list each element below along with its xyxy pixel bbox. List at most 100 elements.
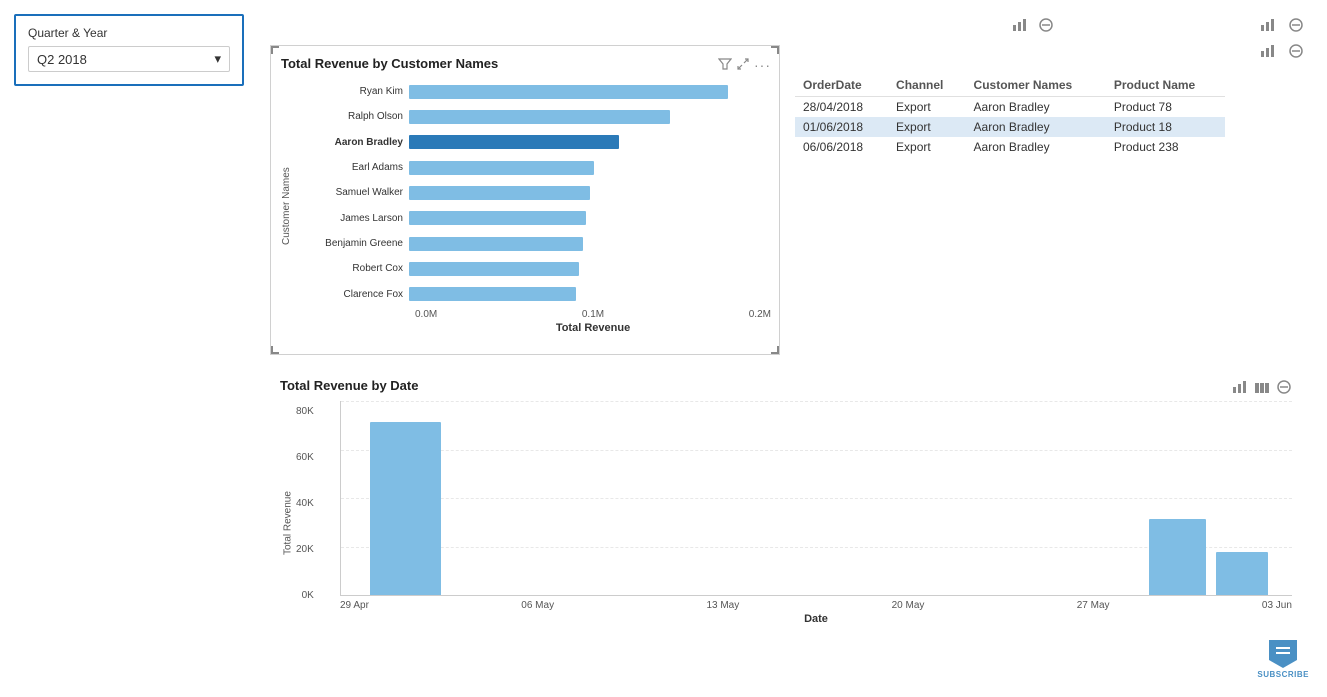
bar-chart-title: Total Revenue by Customer Names [281, 56, 498, 71]
date-chart-panel: Total Revenue by Date Total Revenue 80K 6… [270, 368, 1300, 663]
hbar-row: Robert Cox [299, 259, 771, 279]
hbar-row: Ralph Olson [299, 107, 771, 127]
hbar-bar [409, 287, 576, 301]
filter-value: Q2 2018 [37, 52, 87, 67]
hbar-bar [409, 85, 728, 99]
more-icon[interactable]: ··· [754, 57, 771, 74]
bar-chart-icons: ··· [718, 57, 771, 74]
subscribe-icon [1269, 640, 1297, 668]
hbar-bar-container [409, 85, 771, 99]
date-x-label: 20 May [892, 600, 925, 611]
table-cell: Aaron Bradley [966, 117, 1106, 137]
filter-select[interactable]: Q2 2018 ▾ [28, 46, 230, 72]
grid-line-0 [341, 401, 1292, 402]
hbar-bar-container [409, 161, 771, 175]
filter-label: Quarter & Year [28, 26, 230, 40]
no-entry-icon-bottom[interactable] [1276, 379, 1292, 397]
date-chart: Total Revenue 80K 60K 40K 20K 0K 29 Apr 06 Ma… [280, 401, 1292, 646]
date-x-label: 13 May [706, 600, 739, 611]
icon-group-2 [1257, 14, 1307, 62]
bar-chart-header: Total Revenue by Customer Names ··· [281, 56, 771, 75]
grid-line-50 [341, 498, 1292, 499]
hbar-row: Earl Adams [299, 158, 771, 178]
hbar-bar-container [409, 211, 771, 225]
chart-icon-1[interactable] [1009, 14, 1031, 36]
date-bar [1216, 552, 1268, 595]
chart-bar-icon-bottom[interactable] [1232, 379, 1248, 397]
x-tick: 0.0M [415, 309, 437, 320]
chart-bar-icon-bottom-2[interactable] [1254, 379, 1270, 397]
date-y-axis-label: Total Revenue [280, 401, 296, 646]
table-cell: 01/06/2018 [795, 117, 888, 137]
x-tick: 0.2M [749, 309, 771, 320]
date-y-tick: 0K [302, 590, 314, 601]
hbar-row-label: James Larson [299, 213, 409, 224]
table-cell: Product 18 [1106, 117, 1225, 137]
table-row: 28/04/2018ExportAaron BradleyProduct 78 [795, 97, 1225, 118]
hbar-bar-container [409, 237, 771, 251]
date-bar [370, 422, 441, 595]
expand-icon[interactable] [736, 57, 750, 74]
table-panel: OrderDateChannelCustomer NamesProduct Na… [795, 75, 1225, 157]
date-x-label: 29 Apr [340, 600, 369, 611]
hbar-row-label: Samuel Walker [299, 187, 409, 198]
hbar-x-label: Total Revenue [299, 320, 771, 334]
data-table: OrderDateChannelCustomer NamesProduct Na… [795, 75, 1225, 157]
table-row: 01/06/2018ExportAaron BradleyProduct 18 [795, 117, 1225, 137]
date-y-tick: 80K [296, 406, 314, 417]
hbar-bar [409, 186, 590, 200]
table-cell: Export [888, 97, 965, 118]
hbar-row-label: Robert Cox [299, 263, 409, 274]
date-y-tick: 40K [296, 498, 314, 509]
icon-row-1 [1257, 14, 1307, 36]
table-cell: Product 238 [1106, 137, 1225, 157]
no-entry-icon-1[interactable] [1035, 14, 1057, 36]
hbar-row-label: Clarence Fox [299, 289, 409, 300]
date-chart-icons [1232, 379, 1292, 397]
date-x-label: 27 May [1077, 600, 1110, 611]
table-cell: 06/06/2018 [795, 137, 888, 157]
date-y-ticks: 80K 60K 40K 20K 0K [296, 406, 314, 601]
hbar-row: James Larson [299, 208, 771, 228]
dashboard: Quarter & Year Q2 2018 ▾ [0, 0, 1327, 697]
hbar-row-label: Ryan Kim [299, 86, 409, 97]
hbar-row: Samuel Walker [299, 183, 771, 203]
no-entry-icon-2[interactable] [1285, 14, 1307, 36]
date-x-axis-label: Date [340, 613, 1292, 625]
icon-row-2 [1257, 40, 1307, 62]
x-tick: 0.1M [582, 309, 604, 320]
hbar-row-label: Benjamin Greene [299, 238, 409, 249]
date-chart-main: 29 Apr06 May13 May20 May27 May03 Jun Dat… [340, 401, 1292, 646]
hbar-rows: Ryan Kim Ralph Olson Aaron Bradley Earl Ada… [299, 79, 771, 307]
table-header: Customer Names [966, 75, 1106, 97]
hbar-bar [409, 211, 586, 225]
filter-icon[interactable] [718, 57, 732, 74]
hbar-bar [409, 161, 594, 175]
date-y-tick: 20K [296, 544, 314, 555]
hbar-row: Clarence Fox [299, 284, 771, 304]
date-x-label: 06 May [521, 600, 554, 611]
y-axis-label: Customer Names [281, 79, 297, 334]
hbar-row: Aaron Bradley [299, 132, 771, 152]
table-row: 06/06/2018ExportAaron BradleyProduct 238 [795, 137, 1225, 157]
hbar-bar-container [409, 110, 771, 124]
hbar-bar-container [409, 262, 771, 276]
table-cell: Aaron Bradley [966, 137, 1106, 157]
hbar-bar [409, 262, 579, 276]
no-entry-icon-3[interactable] [1285, 40, 1307, 62]
date-chart-title: Total Revenue by Date [280, 378, 418, 393]
subscribe-badge[interactable]: SUBSCRIBE [1257, 640, 1309, 679]
hbar-row: Ryan Kim [299, 82, 771, 102]
date-y-tick: 60K [296, 452, 314, 463]
chevron-down-icon: ▾ [214, 51, 221, 67]
hbar-bar [409, 110, 670, 124]
chart-icon-2[interactable] [1257, 14, 1279, 36]
chart-icon-3[interactable] [1257, 40, 1279, 62]
hbar-bar-container [409, 186, 771, 200]
hbar-row-label: Aaron Bradley [299, 137, 409, 148]
date-chart-header: Total Revenue by Date [280, 378, 1292, 397]
hbar-content: Ryan Kim Ralph Olson Aaron Bradley Earl Ada… [299, 79, 771, 334]
hbar-row-label: Ralph Olson [299, 111, 409, 122]
table-cell: Export [888, 137, 965, 157]
hbar-bar-container [409, 287, 771, 301]
